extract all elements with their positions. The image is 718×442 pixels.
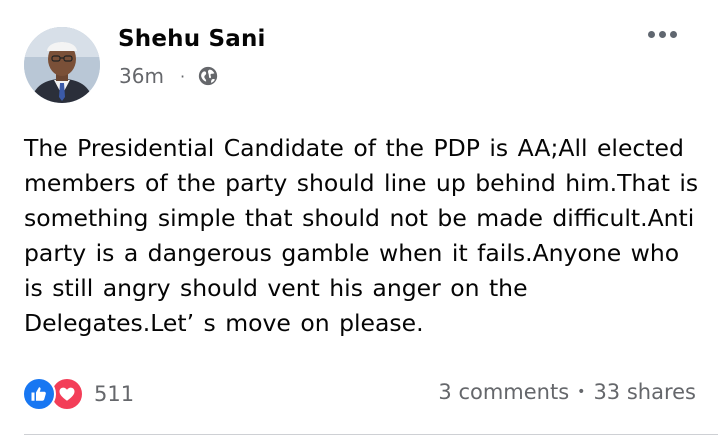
post-text: The Presidential Candidate of the PDP is… <box>24 134 699 337</box>
reaction-count: 511 <box>94 382 135 406</box>
post-divider <box>24 434 718 435</box>
post-timestamp[interactable]: 36m <box>119 64 164 88</box>
shares-count[interactable]: 33 shares <box>593 380 696 404</box>
ellipsis-dot <box>648 31 655 38</box>
post-stats: 3 comments • 33 shares <box>438 380 696 404</box>
avatar-photo <box>24 27 100 103</box>
post-meta: 36m · <box>119 64 219 88</box>
meta-separator: · <box>179 66 186 86</box>
ellipsis-dot <box>659 31 666 38</box>
stats-separator: • <box>577 384 586 400</box>
globe-icon[interactable] <box>197 65 219 87</box>
facebook-post: Shehu Sani 36m · The Presidential Candid… <box>0 0 718 442</box>
author-avatar[interactable] <box>24 27 100 103</box>
ellipsis-icon[interactable] <box>648 31 677 38</box>
comments-count[interactable]: 3 comments <box>438 380 569 404</box>
reactions-summary[interactable]: 511 <box>22 377 134 411</box>
like-icon <box>22 377 56 411</box>
ellipsis-dot <box>670 31 677 38</box>
author-name[interactable]: Shehu Sani <box>118 26 266 52</box>
